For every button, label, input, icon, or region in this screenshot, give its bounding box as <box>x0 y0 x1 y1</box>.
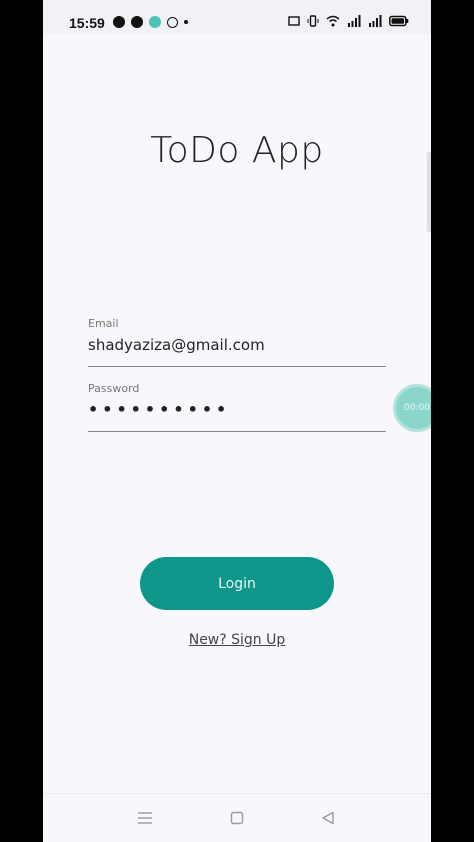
email-label: Email <box>88 317 119 330</box>
home-square-icon[interactable] <box>227 808 247 828</box>
navigation-bar <box>43 793 431 842</box>
login-button[interactable]: Login <box>140 557 334 610</box>
menu-icon[interactable] <box>135 808 155 828</box>
vibrate-icon <box>307 15 319 27</box>
system-icons <box>288 15 409 27</box>
email-input[interactable]: shadyaziza@gmail.com <box>88 336 386 367</box>
sync-icon <box>167 16 178 28</box>
app-notification-icon <box>149 16 161 28</box>
email-field[interactable]: Email shadyaziza@gmail.com <box>88 317 386 367</box>
message-icon <box>131 16 143 28</box>
signup-link[interactable]: New? Sign Up <box>43 632 431 648</box>
password-field[interactable]: Password •••••••••• <box>88 382 386 432</box>
battery-icon <box>389 15 409 27</box>
cast-icon <box>288 16 300 26</box>
password-input[interactable]: •••••••••• <box>88 401 386 432</box>
wifi-icon <box>326 15 340 27</box>
status-bar: 15:59 <box>43 0 431 34</box>
page-title: ToDo App <box>150 130 324 171</box>
signal-icon-1 <box>348 15 361 27</box>
back-triangle-icon[interactable] <box>318 808 338 828</box>
more-dot-icon <box>184 20 188 24</box>
signal-icon-2 <box>369 15 382 27</box>
notification-icons <box>113 16 188 28</box>
notification-icon <box>113 16 125 28</box>
password-label: Password <box>88 382 140 395</box>
screen-recorder-bubble[interactable]: 00:00 <box>393 384 431 432</box>
status-time: 15:59 <box>69 15 105 31</box>
phone-screen: 15:59 ToDo App Email shadyaziza@gmail.co… <box>43 0 431 842</box>
